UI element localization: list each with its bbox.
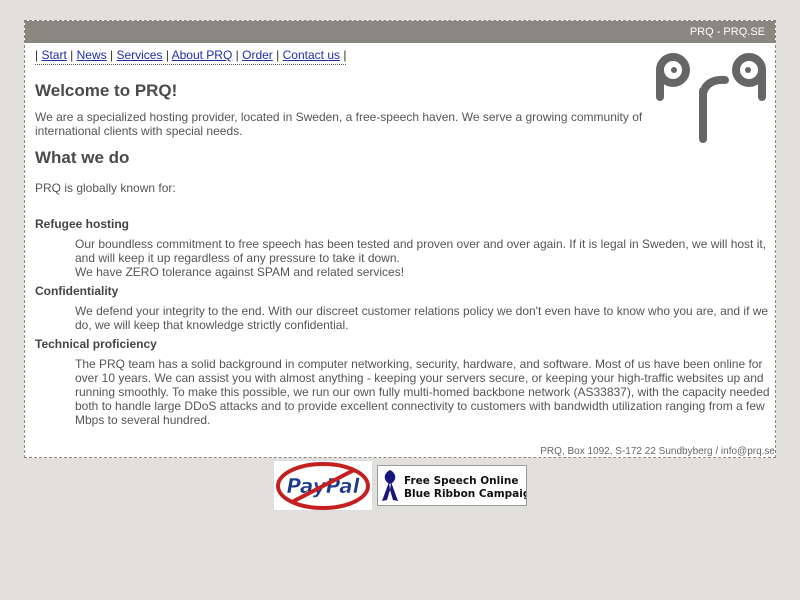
confidentiality-desc: We defend your integrity to the end. Wit…	[75, 304, 769, 332]
nav-start-link[interactable]: Start	[41, 48, 66, 62]
nav-separator: |	[70, 48, 74, 62]
technical-term: Technical proficiency	[35, 337, 157, 351]
main-nav: | Start | News | Services | About PRQ | …	[35, 48, 347, 65]
no-paypal-icon: PayPal	[276, 462, 370, 510]
site-brand: PRQ - PRQ.SE	[689, 26, 765, 38]
what-we-do-heading: What we do	[35, 148, 130, 167]
main-content: Welcome to PRQ! We are a specialized hos…	[35, 81, 770, 427]
footer-address: PRQ, Box 1092, S-172 22 Sundbyberg / inf…	[540, 446, 775, 457]
no-paypal-badge[interactable]: PayPal	[273, 460, 373, 511]
nav-contact-link[interactable]: Contact us	[283, 48, 340, 62]
nav-separator: |	[109, 48, 114, 62]
refugee-hosting-term: Refugee hosting	[35, 217, 130, 231]
technical-desc: The PRQ team has a solid background in c…	[75, 357, 770, 427]
confidentiality-term: Confidentiality	[35, 284, 119, 298]
nav-separator: |	[35, 48, 39, 62]
welcome-heading: Welcome to PRQ!	[35, 81, 178, 100]
nav-separator: |	[165, 48, 169, 62]
refugee-hosting-desc: Our boundless commitment to free speech …	[75, 237, 767, 265]
nav-order-link[interactable]: Order	[242, 48, 273, 62]
nav-services-link[interactable]: Services	[116, 48, 162, 62]
nav-separator: |	[276, 48, 280, 62]
svg-text:Blue Ribbon Campaign: Blue Ribbon Campaign	[404, 488, 526, 500]
top-bar: PRQ - PRQ.SE	[25, 21, 775, 43]
nav-news-link[interactable]: News	[77, 48, 107, 62]
nav-about-link[interactable]: About PRQ	[172, 48, 233, 62]
welcome-text: We are a specialized hosting provider, l…	[35, 110, 643, 138]
known-for-text: PRQ is globally known for:	[35, 181, 176, 195]
nav-separator: |	[343, 48, 347, 62]
blue-ribbon-badge[interactable]: Free Speech Online Blue Ribbon Campaign	[377, 465, 538, 506]
svg-text:Free Speech Online: Free Speech Online	[404, 475, 518, 487]
nav-separator: |	[235, 48, 239, 62]
page-frame: PRQ - PRQ.SE | Start | News | Services |…	[24, 20, 776, 458]
blue-ribbon-icon: Free Speech Online Blue Ribbon Campaign	[382, 470, 538, 501]
spam-policy-text: We have ZERO tolerance against SPAM and …	[75, 265, 405, 279]
